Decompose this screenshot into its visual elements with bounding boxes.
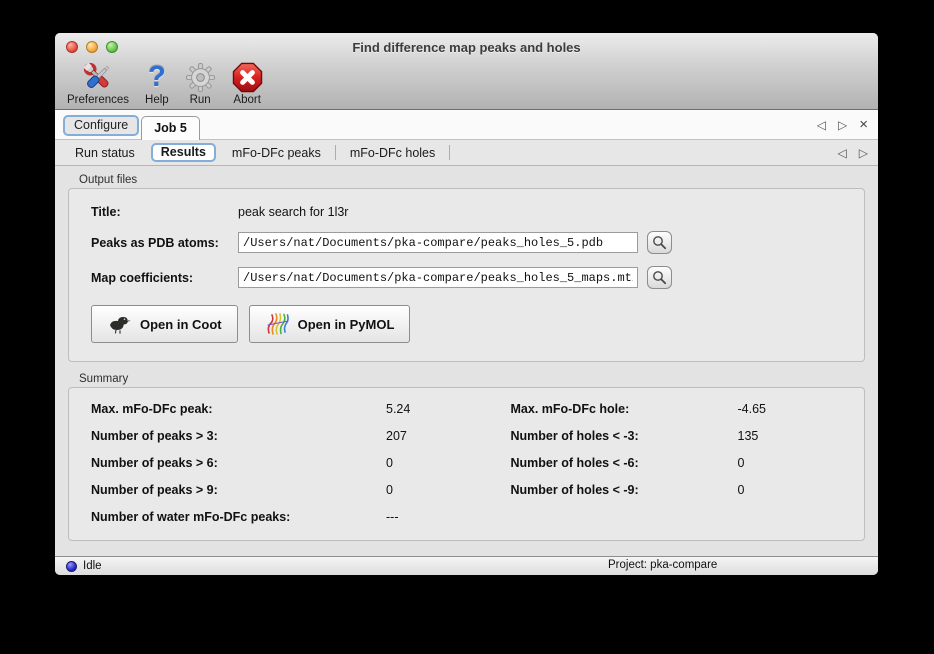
tab-scroll-left-icon[interactable]: ◁ [817, 118, 826, 132]
toolbar: Preferences ? Help [55, 61, 878, 109]
stat-label: Number of holes < -3: [511, 429, 738, 443]
help-icon: ? [148, 62, 166, 93]
abort-icon [232, 62, 263, 93]
output-files-section-label: Output files [79, 174, 865, 186]
map-path-input[interactable] [238, 267, 638, 288]
stat-label: Number of peaks > 9: [91, 483, 386, 497]
stat-row: Max. mFo-DFc hole: -4.65 [511, 402, 845, 416]
main-tab-bar: Configure Job 5 ◁ ▷ × [55, 110, 878, 140]
preferences-label: Preferences [67, 94, 129, 106]
subtab-separator [449, 145, 450, 160]
title-label: Title: [91, 205, 238, 219]
help-button[interactable]: ? Help [139, 62, 175, 106]
map-browse-button[interactable] [647, 266, 672, 289]
subtab-mfo-dfc-holes[interactable]: mFo-DFc holes [340, 146, 445, 160]
stat-label: Number of water mFo-DFc peaks: [91, 510, 386, 524]
pdb-path-input[interactable] [238, 232, 638, 253]
help-label: Help [145, 94, 169, 106]
stat-label: Max. mFo-DFc hole: [511, 402, 738, 416]
summary-right-column: Max. mFo-DFc hole: -4.65 Number of holes… [468, 402, 845, 524]
coot-bird-icon [107, 313, 133, 335]
magnifier-icon [652, 270, 667, 285]
stat-value: 0 [386, 456, 393, 470]
title-value: peak search for 1l3r [238, 205, 348, 219]
stat-value: 135 [738, 429, 759, 443]
status-bar: Idle Project: pka-compare [55, 556, 878, 575]
pymol-ribbon-icon [265, 311, 291, 337]
open-in-coot-label: Open in Coot [140, 317, 222, 332]
subtab-run-status[interactable]: Run status [65, 146, 145, 160]
run-button[interactable]: Run [179, 62, 222, 106]
map-label: Map coefficients: [91, 271, 238, 285]
stat-label: Number of peaks > 6: [91, 456, 386, 470]
app-window: Find difference map peaks and holes [55, 33, 878, 575]
stat-row: Number of peaks > 3: 207 [91, 429, 468, 443]
stat-row: Max. mFo-DFc peak: 5.24 [91, 402, 468, 416]
stat-value: 0 [386, 483, 393, 497]
summary-section-label: Summary [79, 373, 865, 385]
stat-value: -4.65 [738, 402, 767, 416]
pdb-browse-button[interactable] [647, 231, 672, 254]
window-controls [66, 41, 118, 53]
stat-value: 207 [386, 429, 407, 443]
stat-row: Number of peaks > 6: 0 [91, 456, 468, 470]
titlebar[interactable]: Find difference map peaks and holes [55, 33, 878, 61]
subtab-mfo-dfc-peaks[interactable]: mFo-DFc peaks [222, 146, 331, 160]
stat-value: 0 [738, 456, 745, 470]
open-in-coot-button[interactable]: Open in Coot [91, 305, 238, 343]
sub-tab-bar: Run status Results mFo-DFc peaks mFo-DFc… [55, 140, 878, 166]
tab-scroll-right-icon[interactable]: ▷ [838, 118, 847, 132]
stat-label: Number of holes < -6: [511, 456, 738, 470]
stat-value: 5.24 [386, 402, 410, 416]
stat-value: 0 [738, 483, 745, 497]
window-title: Find difference map peaks and holes [55, 40, 878, 55]
main-tab-nav: ◁ ▷ × [817, 110, 868, 139]
stat-row: Number of holes < -9: 0 [511, 483, 845, 497]
title-row: Title: peak search for 1l3r [91, 205, 844, 219]
sub-tab-nav: ◁ ▷ [838, 140, 868, 165]
pdb-row: Peaks as PDB atoms: [91, 231, 844, 254]
tab-configure[interactable]: Configure [63, 115, 139, 136]
magnifier-icon [652, 235, 667, 250]
stat-label: Number of peaks > 3: [91, 429, 386, 443]
window-chrome: Find difference map peaks and holes [55, 33, 878, 110]
preferences-button[interactable]: Preferences [61, 62, 135, 106]
stat-row: Number of peaks > 9: 0 [91, 483, 468, 497]
subtab-scroll-left-icon[interactable]: ◁ [838, 146, 847, 160]
gear-icon [185, 62, 216, 93]
results-panel: Output files Title: peak search for 1l3r… [55, 166, 878, 556]
tab-job-5[interactable]: Job 5 [141, 116, 200, 140]
stat-label: Max. mFo-DFc peak: [91, 402, 386, 416]
open-in-pymol-label: Open in PyMOL [298, 317, 395, 332]
minimize-window-button[interactable] [86, 41, 98, 53]
stat-row: Number of holes < -6: 0 [511, 456, 845, 470]
subtab-scroll-right-icon[interactable]: ▷ [859, 146, 868, 160]
summary-left-column: Max. mFo-DFc peak: 5.24 Number of peaks … [91, 402, 468, 524]
subtab-separator [335, 145, 336, 160]
tab-close-icon[interactable]: × [859, 119, 868, 131]
stat-value: --- [386, 510, 399, 524]
pdb-label: Peaks as PDB atoms: [91, 236, 238, 250]
abort-button[interactable]: Abort [226, 62, 269, 106]
subtab-results[interactable]: Results [151, 143, 216, 162]
summary-box: Max. mFo-DFc peak: 5.24 Number of peaks … [68, 387, 865, 541]
stat-row: Number of holes < -3: 135 [511, 429, 845, 443]
output-files-box: Title: peak search for 1l3r Peaks as PDB… [68, 188, 865, 362]
status-text: Idle [83, 560, 102, 572]
project-label: Project: pka-compare [608, 559, 717, 571]
stat-label: Number of holes < -9: [511, 483, 738, 497]
zoom-window-button[interactable] [106, 41, 118, 53]
viewer-buttons: Open in Coot Open in PyMOL [91, 305, 844, 343]
run-label: Run [190, 94, 211, 106]
tools-icon [81, 62, 115, 93]
abort-label: Abort [233, 94, 261, 106]
map-row: Map coefficients: [91, 266, 844, 289]
open-in-pymol-button[interactable]: Open in PyMOL [249, 305, 411, 343]
close-window-button[interactable] [66, 41, 78, 53]
status-indicator-icon [66, 561, 77, 572]
stat-row: Number of water mFo-DFc peaks: --- [91, 510, 468, 524]
